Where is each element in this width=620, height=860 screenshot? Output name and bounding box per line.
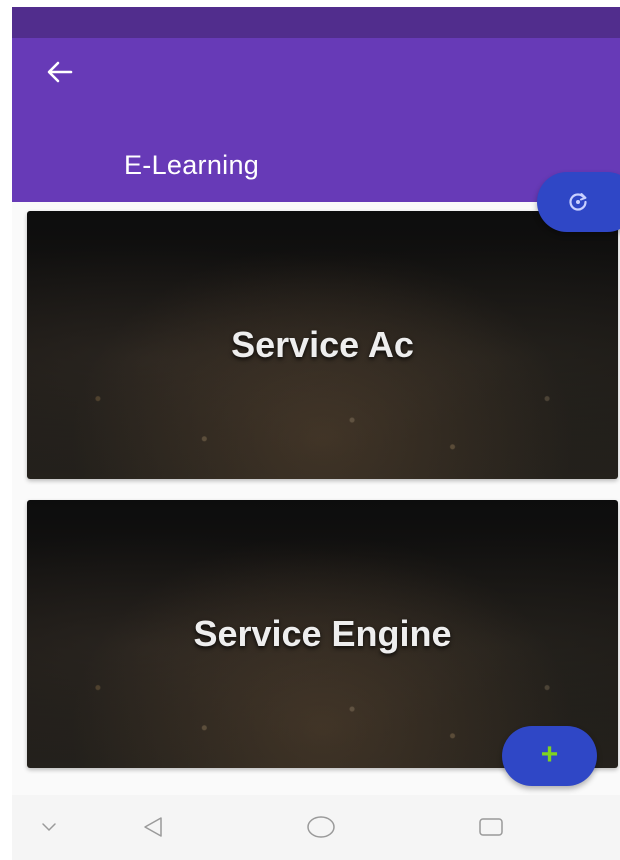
back-button[interactable] <box>38 52 82 92</box>
arrow-back-icon <box>47 61 73 83</box>
course-card-service-ac[interactable]: Service Ac <box>27 211 618 479</box>
plus-icon: + <box>540 737 559 771</box>
nav-collapse-button[interactable] <box>24 805 74 849</box>
course-card-label: Service Ac <box>231 324 414 365</box>
nav-recents-button[interactable] <box>466 805 516 849</box>
add-button[interactable]: + <box>502 726 597 786</box>
nav-back-button[interactable] <box>128 805 178 849</box>
status-bar <box>12 7 620 38</box>
recents-square-icon <box>479 818 503 836</box>
page-title: E-Learning <box>124 150 260 180</box>
home-circle-icon <box>307 816 335 838</box>
nav-home-button[interactable] <box>296 805 346 849</box>
course-card-label: Service Engine <box>193 613 452 654</box>
system-nav-bar <box>12 795 620 860</box>
app-bar: E-Learning <box>12 38 620 202</box>
refresh-icon <box>569 193 587 211</box>
chevron-down-icon <box>42 823 56 832</box>
back-triangle-icon <box>144 817 162 837</box>
phone-screen: E-Learning Service Ac Service Engine + <box>12 7 620 860</box>
refresh-button[interactable] <box>537 172 620 232</box>
